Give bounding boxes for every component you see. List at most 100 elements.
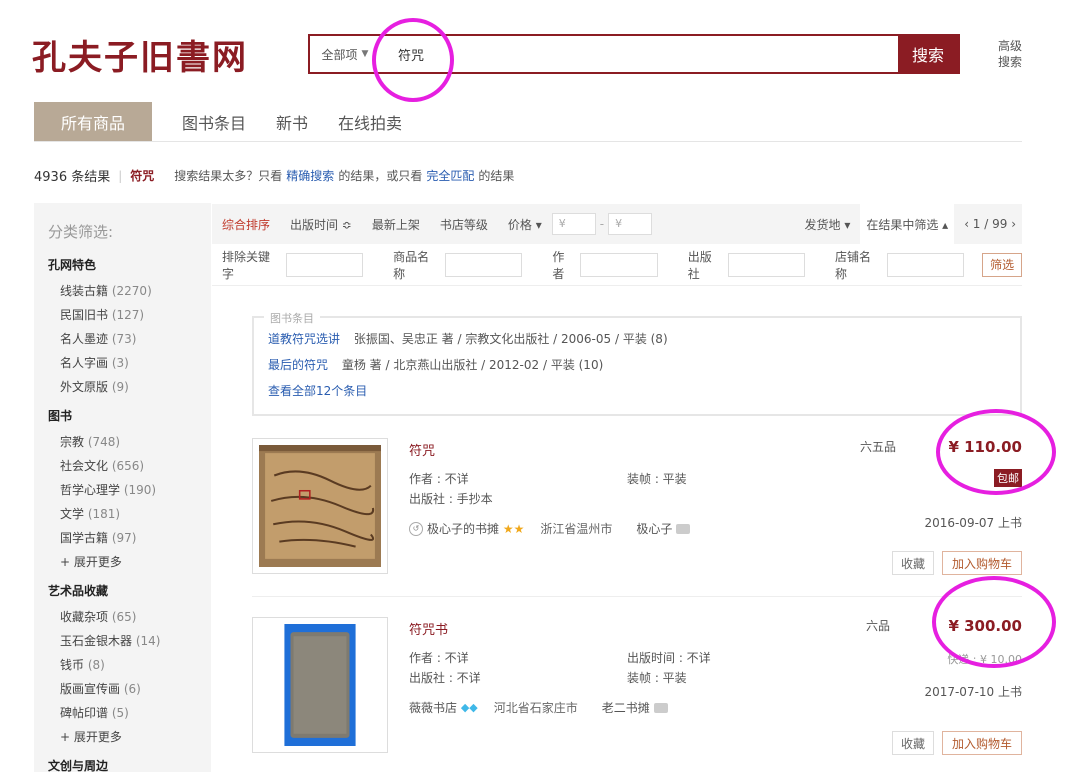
- card-divider: [252, 596, 1022, 597]
- book-entry-title[interactable]: 道教符咒选讲: [268, 332, 340, 346]
- search-tabs: 所有商品 图书条目 新书 在线拍卖: [34, 102, 432, 142]
- product-thumbnail[interactable]: [252, 438, 388, 574]
- shop-name-label: 店铺名称: [835, 249, 872, 281]
- tab-all-products[interactable]: 所有商品: [34, 102, 152, 142]
- chat-icon[interactable]: [676, 523, 691, 534]
- chat-icon[interactable]: [653, 702, 668, 713]
- filter-in-results[interactable]: 在结果中筛选 ▴: [860, 203, 955, 245]
- tab-new-books[interactable]: 新书: [276, 110, 308, 134]
- sidebar-item-count: (656): [111, 459, 145, 473]
- sidebar-item[interactable]: 名人墨迹 (73): [60, 327, 211, 351]
- author-label: 作者: [552, 249, 565, 281]
- publisher-label: 出版社: [687, 249, 712, 281]
- sidebar-item-label: 名人字画: [60, 356, 109, 370]
- sidebar-item[interactable]: 社会文化 (656): [60, 454, 211, 478]
- sidebar-item[interactable]: 钱币 (8): [60, 653, 211, 677]
- shop-name: 薇薇书店: [409, 701, 458, 715]
- price-min-input[interactable]: ¥: [551, 213, 596, 235]
- shop-link[interactable]: ↺ 极心子的书摊 ★★: [409, 520, 524, 537]
- seller-name[interactable]: 老二书摊: [602, 699, 650, 716]
- sidebar-item[interactable]: 碑帖印谱 (5): [60, 701, 211, 725]
- add-to-cart-button[interactable]: 加入购物车: [942, 551, 1022, 575]
- sidebar-item-count: (6): [123, 682, 141, 696]
- sidebar-item[interactable]: 版画宣传画 (6): [60, 677, 211, 701]
- sidebar-item-count: (190): [123, 483, 157, 497]
- sidebar-item[interactable]: 玉石金银木器 (14): [60, 629, 211, 653]
- sidebar-item[interactable]: 收藏杂项 (65): [60, 605, 211, 629]
- sort-pubtime[interactable]: 出版时间 ≎: [290, 216, 352, 233]
- publisher-input[interactable]: [727, 252, 806, 277]
- site-logo[interactable]: 孔夫子旧書网: [32, 30, 248, 79]
- sidebar-item-label: 玉石金银木器: [60, 634, 133, 648]
- search-button[interactable]: 搜索: [898, 36, 958, 72]
- sort-newest[interactable]: 最新上架: [372, 216, 420, 233]
- field-filter-bar: 排除关键字 商品名称 作者 出版社 店铺名称 筛选: [212, 244, 1022, 286]
- sidebar-item[interactable]: 民国旧书 (127): [60, 303, 211, 327]
- apply-filter-button[interactable]: 筛选: [982, 252, 1022, 277]
- sidebar-item-count: (3): [111, 356, 129, 370]
- result-count: 4936 条结果: [34, 170, 111, 185]
- sidebar-item[interactable]: 哲学心理学 (190): [60, 478, 211, 502]
- seller-name[interactable]: 极心子: [636, 520, 672, 537]
- sidebar-item-label: 文学: [60, 507, 85, 521]
- sidebar-item[interactable]: 文学 (181): [60, 502, 211, 526]
- price-dash: -: [599, 217, 605, 231]
- sidebar-item[interactable]: 宗教 (748): [60, 430, 211, 454]
- sidebar-item-label: 线装古籍: [60, 284, 109, 298]
- sort-price[interactable]: 价格 ▾: [508, 216, 542, 233]
- sidebar-group-title: 图书: [48, 409, 73, 423]
- author-input[interactable]: [580, 252, 658, 277]
- sidebar-item-count: (97): [111, 531, 137, 545]
- product-title[interactable]: 符咒: [409, 440, 435, 459]
- sidebar-item-label: 名人墨迹: [60, 332, 109, 346]
- sort-shop-level[interactable]: 书店等级: [440, 216, 488, 233]
- book-entry-detail: 童杨 著 / 北京燕山出版社 / 2012-02 / 平装 (10): [341, 358, 604, 372]
- product-name-input[interactable]: [444, 252, 523, 277]
- ship-from-dropdown[interactable]: 发货地 ▾: [805, 216, 851, 233]
- expand-more-link[interactable]: + 展开更多: [60, 550, 211, 574]
- sidebar-item-label: 钱币: [60, 658, 85, 672]
- product-title[interactable]: 符咒书: [409, 619, 448, 638]
- sidebar-item[interactable]: 国学古籍 (97): [60, 526, 211, 550]
- sidebar-item-count: (127): [111, 308, 145, 322]
- exclude-keyword-input[interactable]: [285, 252, 364, 277]
- exact-match-link[interactable]: 完全匹配: [426, 167, 474, 184]
- shop-location: 河北省石家庄市: [493, 701, 578, 715]
- book-entry-row: 道教符咒选讲 张振国、吴忠正 著 / 宗教文化出版社 / 2006-05 / 平…: [268, 326, 1006, 352]
- sidebar-item-count: (181): [87, 507, 121, 521]
- sidebar-item[interactable]: 名人字画 (3): [60, 351, 211, 375]
- expand-more-label: + 展开更多: [60, 555, 122, 569]
- view-all-entries-link[interactable]: 查看全部12个条目: [268, 378, 1006, 404]
- advanced-search-line1: 高级: [998, 39, 1023, 53]
- book-entry-title[interactable]: 最后的符咒: [268, 358, 328, 372]
- shop-name-input[interactable]: [886, 252, 965, 277]
- listing-date: 2017-07-10 上书: [924, 685, 1022, 699]
- expand-more-link[interactable]: + 展开更多: [60, 725, 211, 749]
- tab-book-entries[interactable]: 图书条目: [182, 110, 246, 134]
- product-grade: 六品: [866, 619, 891, 633]
- sidebar-item[interactable]: 外文原版 (9): [60, 375, 211, 399]
- listing-date: 2016-09-07 上书: [924, 516, 1022, 530]
- shop-link[interactable]: 薇薇书店 ◆◆: [409, 699, 478, 716]
- add-to-cart-button[interactable]: 加入购物车: [942, 731, 1022, 755]
- sidebar-item[interactable]: 线装古籍 (2270): [60, 279, 211, 303]
- tab-online-auction[interactable]: 在线拍卖: [338, 110, 402, 134]
- search-scope-dropdown[interactable]: 全部项 ▼: [310, 36, 380, 72]
- book-entries-box: 图书条目 道教符咒选讲 张振国、吴忠正 著 / 宗教文化出版社 / 2006-0…: [252, 310, 1022, 416]
- sidebar-item-count: (8): [87, 658, 105, 672]
- sidebar-item-count: (73): [111, 332, 137, 346]
- sort-default[interactable]: 综合排序: [222, 216, 270, 233]
- hint-text-pre: 搜索结果太多？只看: [174, 169, 283, 183]
- pager[interactable]: ‹ 1 / 99 ›: [964, 217, 1016, 231]
- book-entries-legend: 图书条目: [264, 310, 320, 326]
- price-max-input[interactable]: ¥: [608, 213, 653, 235]
- favorite-button[interactable]: 收藏: [892, 731, 934, 755]
- shop-level-icon: ↺: [409, 521, 423, 536]
- search-input[interactable]: [380, 36, 898, 72]
- sidebar-item-label: 收藏杂项: [60, 610, 109, 624]
- advanced-search-link[interactable]: 高级 搜索: [998, 38, 1028, 70]
- favorite-button[interactable]: 收藏: [892, 551, 934, 575]
- precise-search-link[interactable]: 精确搜索: [286, 167, 334, 184]
- sidebar-item-label: 外文原版: [60, 380, 109, 394]
- product-thumbnail[interactable]: [252, 617, 388, 753]
